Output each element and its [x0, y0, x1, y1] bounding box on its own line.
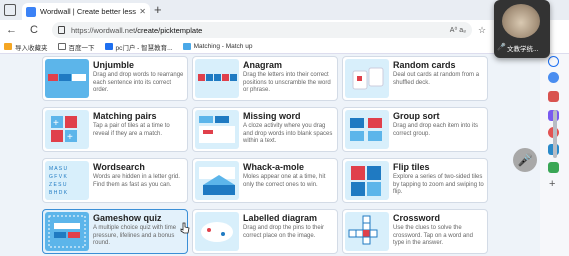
anagram-icon — [195, 59, 239, 98]
template-title: Group sort — [393, 111, 440, 121]
bookmark-item[interactable]: 百度一下 — [57, 42, 95, 52]
tab-wordwall[interactable]: Wordwall | Create better lessons ✕ — [22, 3, 150, 20]
lock-icon — [58, 26, 65, 34]
bookmark-item[interactable]: Matching - Match up — [182, 43, 252, 50]
floating-mic-button[interactable]: 🎤 — [513, 148, 537, 172]
template-title: Wordsearch — [93, 162, 145, 172]
tab-strip: Wordwall | Create better lessons ✕ + — [0, 0, 569, 20]
popup-label: 文教学统... — [507, 46, 539, 53]
whack-a-mole-icon — [195, 161, 239, 200]
labelled-diagram-icon — [195, 212, 239, 251]
games-icon[interactable] — [548, 162, 559, 173]
template-title: Unjumble — [93, 60, 135, 70]
flip-tiles-icon — [345, 161, 389, 200]
svg-text:M A S U: M A S U — [49, 166, 67, 172]
template-card-group-sort[interactable]: Group sort Drag and drop each item into … — [342, 107, 488, 152]
template-description: Drag and drop the pins to their correct … — [243, 225, 325, 239]
template-title: Missing word — [243, 111, 301, 121]
url-field[interactable]: https://wordwall.net/create/picktemplate… — [52, 22, 472, 38]
back-button[interactable]: ← — [6, 23, 17, 37]
search-icon[interactable] — [548, 56, 559, 67]
template-card-missing-word[interactable]: Missing word A cloze activity where you … — [192, 107, 338, 152]
template-title: Crossword — [393, 213, 441, 223]
tab-title: Wordwall | Create better lessons — [40, 7, 137, 16]
template-grid: Unjumble Drag and drop words to rearrang… — [0, 54, 540, 256]
template-card-wordsearch[interactable]: M A S UG F V KZ E S UB H D K Wordsearch … — [42, 158, 188, 203]
address-bar-row: ← C https://wordwall.net/create/picktemp… — [0, 20, 569, 40]
reload-button[interactable]: C — [30, 23, 38, 37]
bookmark-item[interactable]: 导入收藏夹 — [4, 42, 48, 52]
unjumble-icon — [45, 59, 89, 98]
bookmarks-bar: 导入收藏夹 百度一下 pc门户 - 智慧教育... Matching - Mat… — [0, 40, 569, 54]
template-title: Random cards — [393, 60, 456, 70]
wordwall-favicon-icon — [26, 6, 36, 17]
gameshow-quiz-icon — [45, 212, 89, 251]
svg-text:+: + — [53, 118, 59, 129]
template-card-labelled-diagram[interactable]: Labelled diagram Drag and drop the pins … — [192, 209, 338, 254]
template-description: Tap a pair of tiles at a time to reveal … — [93, 123, 170, 137]
template-description: Explore a series of two-sided tiles by t… — [393, 174, 484, 195]
template-description: Drag and drop words to rearrange each se… — [93, 72, 184, 93]
add-icon[interactable]: + — [549, 178, 555, 190]
mic-icon: 🎤 — [497, 44, 506, 51]
template-card-gameshow-quiz[interactable]: Gameshow quiz A multiple choice quiz wit… — [42, 209, 188, 254]
favorites-star-icon[interactable]: ☆ — [478, 25, 486, 36]
template-title: Gameshow quiz — [93, 213, 162, 223]
template-title: Whack-a-mole — [243, 162, 305, 172]
page-icon — [57, 43, 66, 50]
missing-word-icon — [195, 110, 239, 149]
read-aloud-icon[interactable]: A⁰ a₈ — [450, 26, 466, 34]
group-sort-icon — [345, 110, 389, 149]
template-card-crossword[interactable]: Crossword Use the clues to solve the cro… — [342, 209, 488, 254]
svg-text:+: + — [67, 132, 73, 143]
template-description: A multiple choice quiz with time pressur… — [93, 225, 177, 246]
url-text: https://wordwall.net/create/picktemplate — [71, 25, 203, 35]
wordsearch-icon: M A S U G F V K Z E S U B H D K — [45, 161, 89, 200]
matching-pairs-icon: + + — [45, 110, 89, 149]
wordwall-favicon-icon — [182, 43, 191, 50]
template-card-flip-tiles[interactable]: Flip tiles Explore a series of two-sided… — [342, 158, 488, 203]
template-description: Use the clues to solve the crossword. Ta… — [393, 225, 473, 246]
svg-text:Z E S U: Z E S U — [49, 182, 67, 188]
template-title: Labelled diagram — [243, 213, 318, 223]
portal-icon — [104, 43, 113, 50]
copilot-icon[interactable] — [548, 72, 559, 83]
folder-icon — [4, 43, 12, 50]
template-card-anagram[interactable]: Anagram Drag the letters into their corr… — [192, 56, 338, 101]
template-card-unjumble[interactable]: Unjumble Drag and drop words to rearrang… — [42, 56, 188, 101]
template-description: A cloze activity where you drag and drop… — [243, 123, 333, 144]
template-title: Anagram — [243, 60, 283, 70]
video-popup[interactable]: 🎤 文教学统... — [494, 0, 550, 58]
template-description: Moles appear one at a time, hit only the… — [243, 174, 326, 188]
template-title: Matching pairs — [93, 111, 157, 121]
tab-close-icon[interactable]: ✕ — [139, 7, 146, 16]
avatar — [502, 4, 540, 38]
new-tab-button[interactable]: + — [154, 2, 162, 18]
svg-text:G F V K: G F V K — [49, 174, 67, 180]
crossword-icon — [345, 212, 389, 251]
random-cards-icon — [345, 59, 389, 98]
template-title: Flip tiles — [393, 162, 430, 172]
hand-cursor-icon — [180, 222, 190, 234]
template-card-random-cards[interactable]: Random cards Deal out cards at random fr… — [342, 56, 488, 101]
template-description: Words are hidden in a letter grid. Find … — [93, 174, 180, 188]
template-description: Drag and drop each item into its correct… — [393, 123, 479, 137]
bookmark-item[interactable]: pc门户 - 智慧教育... — [104, 42, 173, 52]
svg-text:B H D K: B H D K — [49, 190, 68, 196]
window-menu-icon[interactable] — [4, 4, 16, 16]
template-card-matching-pairs[interactable]: + + Matching pairs Tap a pair of tiles at… — [42, 107, 188, 152]
template-description: Deal out cards at random from a shuffled… — [393, 72, 480, 86]
scrollbar-thumb[interactable] — [553, 110, 557, 158]
template-card-whack-a-mole[interactable]: Whack-a-mole Moles appear one at a time,… — [192, 158, 338, 203]
shopping-icon[interactable] — [548, 91, 559, 102]
template-description: Drag the letters into their correct posi… — [243, 72, 331, 93]
